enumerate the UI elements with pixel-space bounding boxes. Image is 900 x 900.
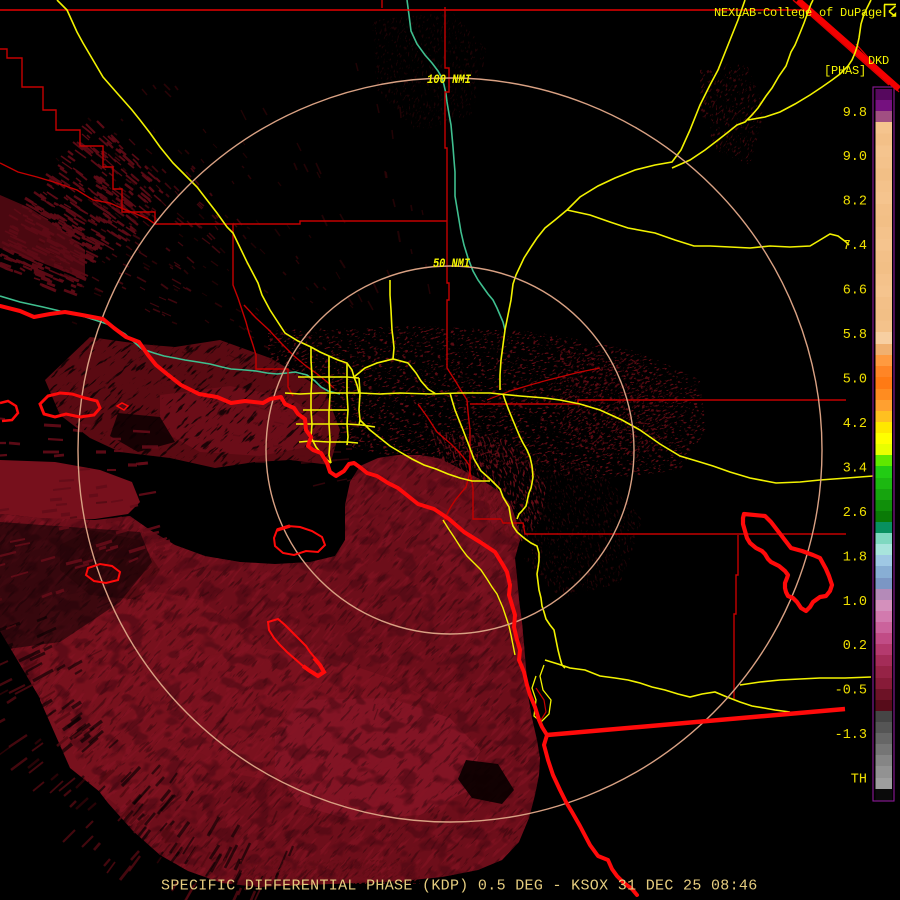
svg-text:NEXLAB-College of DuPage: NEXLAB-College of DuPage xyxy=(714,6,882,20)
svg-text:50 NMI: 50 NMI xyxy=(433,257,470,271)
svg-text:9.8: 9.8 xyxy=(843,106,867,121)
svg-text:[PHAS]: [PHAS] xyxy=(824,64,866,78)
svg-text:0.2: 0.2 xyxy=(843,639,867,654)
svg-text:1.8: 1.8 xyxy=(843,550,867,565)
svg-text:2.6: 2.6 xyxy=(843,506,867,521)
svg-text:TH: TH xyxy=(851,773,867,788)
svg-text:100 NMI: 100 NMI xyxy=(427,73,471,87)
svg-text:1.0: 1.0 xyxy=(843,595,867,610)
svg-text:-1.3: -1.3 xyxy=(835,728,867,743)
svg-text:SPECIFIC DIFFERENTIAL PHASE (K: SPECIFIC DIFFERENTIAL PHASE (KDP) 0.5 DE… xyxy=(161,878,758,895)
svg-text:9.0: 9.0 xyxy=(843,150,867,165)
svg-text:6.6: 6.6 xyxy=(843,284,867,299)
svg-text:4.2: 4.2 xyxy=(843,417,867,432)
svg-text:3.4: 3.4 xyxy=(843,461,867,476)
svg-text:DKD: DKD xyxy=(868,54,889,68)
svg-text:7.4: 7.4 xyxy=(843,239,867,254)
svg-text:5.8: 5.8 xyxy=(843,328,867,343)
svg-text:5.0: 5.0 xyxy=(843,373,867,388)
svg-text:8.2: 8.2 xyxy=(843,195,867,210)
svg-text:-0.5: -0.5 xyxy=(835,684,867,699)
